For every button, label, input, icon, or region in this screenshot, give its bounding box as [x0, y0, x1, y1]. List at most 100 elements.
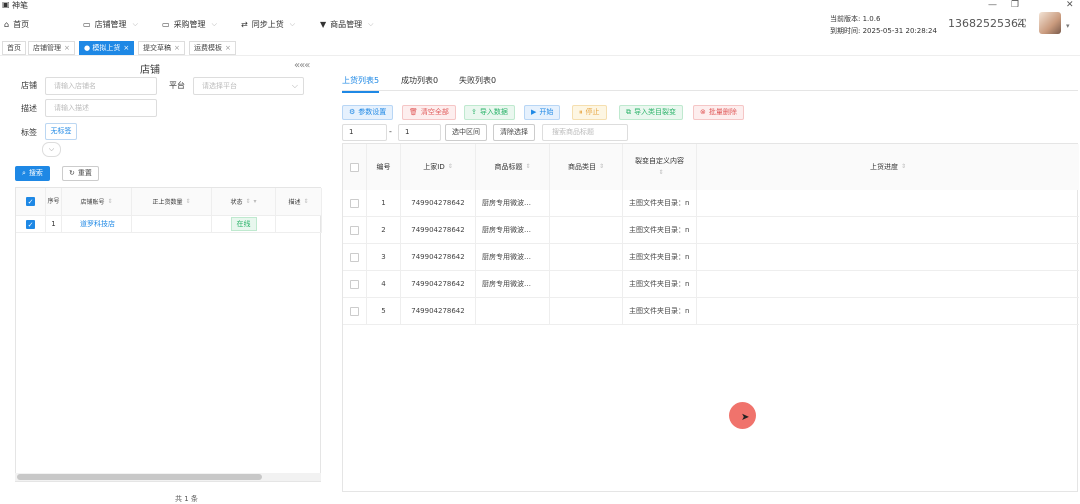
column-header-id[interactable]: 上家ID ⇕ [401, 144, 476, 190]
nav-item-label: 商品管理 [330, 20, 363, 29]
search-icon: ⌕ [22, 169, 26, 177]
tab-shipping-template[interactable]: 运费模板 × [189, 41, 236, 55]
column-header-status[interactable]: 状态 ⇕ ▾ [212, 188, 276, 215]
restore-button[interactable]: ❐ [1011, 0, 1019, 10]
shop-icon: ▭ [83, 20, 91, 29]
sort-icon: ⇕ [303, 198, 309, 205]
table-cell-custom: 主图文件夹目录：n [623, 217, 697, 244]
horizontal-scrollbar[interactable] [15, 473, 321, 481]
nav-item-sync-upload[interactable]: ⇄ 同步上货 ⌵ [241, 19, 295, 30]
minimize-button[interactable]: — [988, 0, 997, 10]
tab-label: 首页 [7, 44, 21, 52]
platform-select[interactable]: 请选择平台 ⌵ [193, 77, 304, 95]
column-header-count[interactable]: 正上货数量 ⇕ [132, 188, 212, 215]
refresh-icon: ↻ [69, 169, 75, 177]
select-all-checkbox[interactable] [343, 144, 367, 190]
tab-upload-list[interactable]: 上货列表5 [342, 75, 380, 93]
table-cell-progress [697, 298, 1079, 325]
search-button[interactable]: ⌕ 搜索 [15, 166, 50, 181]
column-header-progress[interactable]: 上货进度 ⇕ [697, 144, 1079, 190]
column-header-desc[interactable]: 描述 ⇕ [276, 188, 322, 215]
fullscreen-icon[interactable]: ⛶ [1018, 17, 1026, 31]
close-icon[interactable]: × [174, 44, 180, 52]
table-cell-progress [697, 244, 1079, 271]
close-icon[interactable]: × [123, 44, 129, 52]
pagination: 共 1 条 [175, 494, 198, 504]
clear-selection-button[interactable]: 清除选择 [493, 124, 535, 141]
list-tabs: 上货列表5 成功列表0 失败列表0 [342, 73, 1078, 93]
filter-icon[interactable]: ▾ [254, 198, 257, 205]
action-button-3[interactable]: ▶ 开始 [524, 105, 561, 120]
desc-label: 描述 [21, 104, 37, 113]
close-icon[interactable]: × [64, 44, 70, 52]
action-button-4[interactable]: ⏸ 停止 [572, 105, 607, 120]
row-checkbox[interactable] [343, 217, 367, 244]
sort-icon: ⇕ [107, 198, 113, 205]
tab-success-list[interactable]: 成功列表0 [401, 75, 438, 86]
checkbox-icon [350, 225, 359, 235]
range-to-input[interactable]: 1 [398, 124, 441, 141]
close-icon[interactable]: × [225, 44, 231, 52]
range-from-input[interactable]: 1 [342, 124, 387, 141]
shop-name-input[interactable]: 请输入店铺名 [45, 77, 157, 95]
sync-icon: ⇄ [241, 20, 248, 29]
row-checkbox[interactable] [343, 298, 367, 325]
expand-tags-button[interactable]: ⌵ [42, 142, 61, 157]
tab-submit-draft[interactable]: 提交草稿 × [138, 41, 185, 55]
search-title-input[interactable]: 搜索商品标题 [542, 124, 628, 141]
action-icon: ⇪ [471, 108, 477, 116]
tag-no-label[interactable]: 无标签 [45, 123, 77, 140]
row-checkbox[interactable] [343, 271, 367, 298]
tab-simulate-upload[interactable]: ● 模拟上货 × [79, 41, 135, 55]
user-phone[interactable]: 13682525364 [948, 17, 1025, 30]
select-all-checkbox[interactable]: ✓ [16, 188, 46, 215]
nav-item-shop-management[interactable]: ▭ 店铺管理 ⌵ [83, 19, 138, 30]
action-button-1[interactable]: 🗑 清空全部 [402, 105, 456, 120]
column-header-custom[interactable]: 裂变自定义内容 ⇕ [623, 144, 697, 190]
home-icon: ⌂ [4, 20, 10, 29]
table-cell-account[interactable]: 道罗科技店 [62, 215, 132, 233]
action-button-6[interactable]: ⊗ 批量删除 [693, 105, 744, 120]
reset-button[interactable]: ↻ 重置 [62, 166, 99, 181]
shirt-icon: ▼ [320, 20, 327, 29]
action-button-5[interactable]: ⧉ 导入类目裂变 [619, 105, 683, 120]
row-checkbox[interactable]: ✓ [16, 215, 46, 233]
sort-icon: ⇕ [658, 169, 664, 176]
nav-item-purchase-management[interactable]: ▭ 采购管理 ⌵ [162, 19, 217, 30]
column-header-category[interactable]: 商品类目 ⇕ [550, 144, 623, 190]
header-text: 裂变自定义内容 [635, 157, 684, 165]
purchase-icon: ▭ [162, 20, 170, 29]
table-cell-category [550, 298, 623, 325]
chevron-down-icon[interactable]: ▾ [1066, 22, 1070, 30]
table-cell-category [550, 217, 623, 244]
sort-icon: ⇕ [900, 163, 907, 170]
header-text: 商品类目 [567, 163, 596, 171]
tab-home[interactable]: 首页 [2, 41, 26, 55]
status-badge: 在线 [230, 217, 257, 231]
row-checkbox[interactable] [343, 190, 367, 217]
nav-item-home[interactable]: ⌂ 首页 [4, 19, 29, 30]
action-button-2[interactable]: ⇪ 导入数据 [464, 105, 515, 120]
collapse-icon[interactable]: ««« [294, 60, 310, 71]
chevron-down-icon: ⌵ [291, 81, 298, 90]
action-label: 导入数据 [479, 108, 508, 116]
avatar[interactable] [1039, 12, 1061, 34]
tab-shop-management[interactable]: 店铺管理 × [28, 41, 75, 55]
column-header-index: 序号 [46, 188, 62, 215]
sort-icon: ⇕ [447, 163, 453, 170]
close-button[interactable]: ✕ [1066, 0, 1074, 10]
scrollbar-thumb[interactable] [17, 474, 262, 480]
nav-item-product-management[interactable]: ▼ 商品管理 ⌵ [320, 19, 373, 30]
row-checkbox[interactable] [343, 244, 367, 271]
column-header-account[interactable]: 店铺账号 ⇕ [62, 188, 132, 215]
column-header-title[interactable]: 商品标题 ⇕ [476, 144, 550, 190]
header-text: 上货进度 [869, 163, 898, 171]
header-text: 正上货数量 [152, 199, 183, 206]
select-range-button[interactable]: 选中区间 [445, 124, 487, 141]
description-input[interactable]: 请输入描述 [45, 99, 157, 117]
table-cell-status: 在线 [212, 215, 276, 233]
tab-failed-list[interactable]: 失败列表0 [459, 75, 496, 86]
action-button-0[interactable]: ⚙ 参数设置 [342, 105, 394, 120]
header-text: 状态 [230, 199, 243, 206]
nav-item-label: 首页 [13, 20, 30, 29]
